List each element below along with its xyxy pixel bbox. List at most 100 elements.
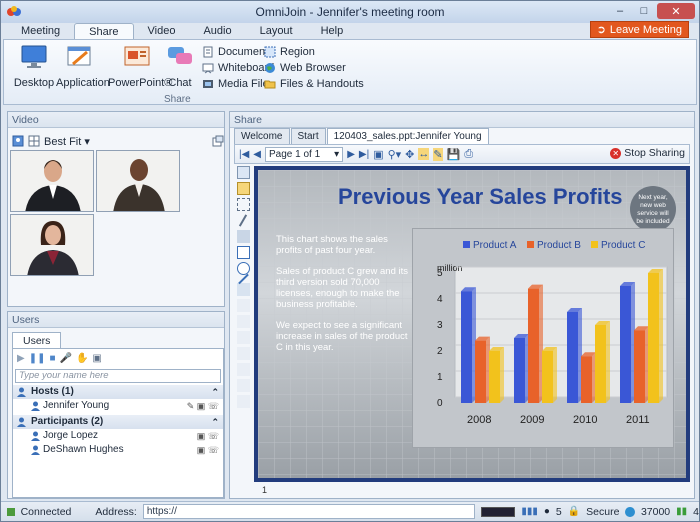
print-icon[interactable]: ⎙ — [464, 148, 473, 161]
y-tick-label: 3 — [437, 320, 443, 331]
next-page-icon[interactable]: ▶ — [347, 149, 355, 160]
fill-icon[interactable] — [236, 283, 250, 296]
document-button[interactable]: Document — [202, 44, 268, 59]
name-search-input[interactable]: Type your name here — [15, 369, 221, 383]
tab-start[interactable]: Start — [290, 128, 326, 144]
desktop-button[interactable]: Desktop — [8, 44, 60, 89]
minimize-icon[interactable]: – — [609, 3, 631, 19]
bar-side — [659, 269, 663, 403]
copy-icon[interactable] — [236, 299, 250, 312]
users-icon: ● — [543, 506, 550, 517]
collapse-icon[interactable]: ⌃ — [211, 415, 219, 429]
media-file-button[interactable]: Media File — [202, 76, 269, 91]
globe-icon — [265, 62, 275, 73]
list-item[interactable]: DeShawn Hughes ▣ ☏ — [13, 443, 223, 457]
group-icon — [17, 417, 26, 427]
highlight-pointer-icon[interactable] — [236, 182, 250, 195]
address-field[interactable]: https:// — [142, 504, 476, 519]
single-view-icon[interactable] — [12, 135, 24, 147]
tab-layout[interactable]: Layout — [246, 23, 307, 39]
hosts-group-header[interactable]: Hosts (1) ⌃ — [13, 385, 223, 399]
best-fit-label: Best Fit — [44, 135, 82, 148]
bar-chart: Product A Product B Product Cmillion012345… — [437, 240, 668, 426]
web-browser-button[interactable]: Web Browser — [264, 60, 346, 75]
undo-icon[interactable] — [236, 347, 250, 360]
y-tick-label: 4 — [437, 294, 443, 305]
slide: Previous Year Sales Profits Next year, n… — [258, 170, 686, 478]
layers-icon[interactable] — [236, 395, 250, 408]
pen-icon[interactable] — [238, 214, 248, 227]
tab-users[interactable]: Users — [12, 332, 62, 348]
maximize-icon[interactable]: □ — [633, 3, 655, 19]
tab-share[interactable]: Share — [74, 23, 134, 39]
hand-icon[interactable]: ✋ — [76, 353, 88, 364]
last-page-icon[interactable]: ▶| — [359, 149, 369, 160]
document-icon — [203, 46, 213, 57]
y-tick-label: 2 — [437, 346, 443, 357]
stop-sharing-button[interactable]: ✕ Stop Sharing — [610, 147, 685, 159]
pointer-icon[interactable] — [236, 166, 250, 179]
x-tick-label: 2011 — [626, 414, 650, 426]
select-icon[interactable] — [236, 198, 250, 211]
list-item[interactable]: Jennifer Young ✎ ▣ ☏ — [13, 399, 223, 413]
tab-help[interactable]: Help — [307, 23, 358, 39]
tab-shared-ppt[interactable]: 120403_sales.ppt:Jennifer Young — [326, 128, 489, 144]
grid-select-icon[interactable] — [236, 331, 250, 344]
participants-group-header[interactable]: Participants (2) ⌃ — [13, 415, 223, 429]
monitor-icon — [21, 45, 47, 68]
close-icon[interactable]: ✕ — [657, 3, 695, 19]
application-button[interactable]: Application — [56, 44, 110, 89]
play-icon[interactable]: ▶ — [17, 353, 25, 364]
tab-meeting[interactable]: Meeting — [7, 23, 74, 39]
redo-icon[interactable] — [236, 363, 250, 376]
first-page-icon[interactable]: |◀ — [239, 149, 249, 160]
legend-label: Product A — [473, 240, 517, 251]
grid-view-icon[interactable] — [28, 135, 40, 147]
pause-icon[interactable]: ❚❚ — [29, 353, 46, 364]
annotate-icon[interactable]: ✎ — [433, 147, 443, 161]
page-select[interactable]: Page 1 of 1 ▾ — [265, 146, 344, 162]
user-name: Jorge Lopez — [43, 430, 99, 441]
chat-button[interactable]: Chat — [164, 44, 196, 89]
clear-icon[interactable] — [236, 379, 250, 392]
highlighter-icon[interactable] — [236, 230, 250, 243]
collapse-icon[interactable]: ⌃ — [211, 385, 219, 399]
save-icon[interactable]: 💾 — [447, 148, 461, 161]
fullscreen-icon[interactable]: ✥ — [405, 148, 414, 161]
address-label: Address: — [95, 505, 137, 518]
fit-icon[interactable]: ▣ — [373, 148, 383, 161]
ribbon-group-label: Share — [164, 94, 191, 105]
best-fit-dropdown[interactable]: Best Fit ▾ — [44, 135, 90, 148]
chart-box: Product A Product B Product Cmillion 0 1 2 3 4 5… — [412, 228, 674, 448]
microphone-icon[interactable]: 🎤 — [60, 353, 72, 364]
tab-video[interactable]: Video — [134, 23, 190, 39]
slide-paragraph-1: This chart shows the sales profits of pa… — [276, 234, 388, 256]
connected-icon — [7, 507, 15, 516]
video-tile-participant-1[interactable] — [96, 150, 180, 212]
bar — [567, 312, 578, 403]
slide-title: Previous Year Sales Profits — [338, 184, 623, 209]
list-item[interactable]: Jorge Lopez ▣ ☏ — [13, 429, 223, 443]
powerpoint-button[interactable]: PowerPoint® — [108, 44, 172, 89]
hosts-label: Hosts (1) — [31, 386, 74, 397]
annotation-tools — [236, 166, 250, 478]
popout-icon[interactable] — [212, 135, 224, 147]
tab-welcome[interactable]: Welcome — [234, 128, 290, 144]
video-tile-jennifer-host[interactable] — [10, 150, 94, 212]
files-handouts-button[interactable]: Files & Handouts — [264, 76, 364, 91]
prev-page-icon[interactable]: ◀ — [253, 149, 261, 160]
legend-label: Product C — [601, 240, 645, 251]
tab-audio[interactable]: Audio — [189, 23, 245, 39]
rectangle-icon[interactable] — [236, 246, 250, 259]
leave-meeting-button[interactable]: ➲ Leave Meeting — [589, 21, 689, 38]
lock-icon: 🔒 — [567, 506, 581, 517]
screen-icon[interactable]: ▣ — [92, 353, 101, 364]
paste-icon[interactable] — [236, 315, 250, 328]
fit-width-icon[interactable]: ↔ — [418, 148, 430, 160]
region-button[interactable]: Region — [264, 44, 315, 59]
application-label: Application — [56, 77, 110, 89]
video-tile-participant-2[interactable] — [10, 214, 94, 276]
stop-icon[interactable]: ■ — [49, 353, 55, 364]
zoom-icon[interactable]: ⚲▾ — [388, 148, 402, 161]
slide-text: This chart shows the sales profits of pa… — [276, 234, 408, 353]
